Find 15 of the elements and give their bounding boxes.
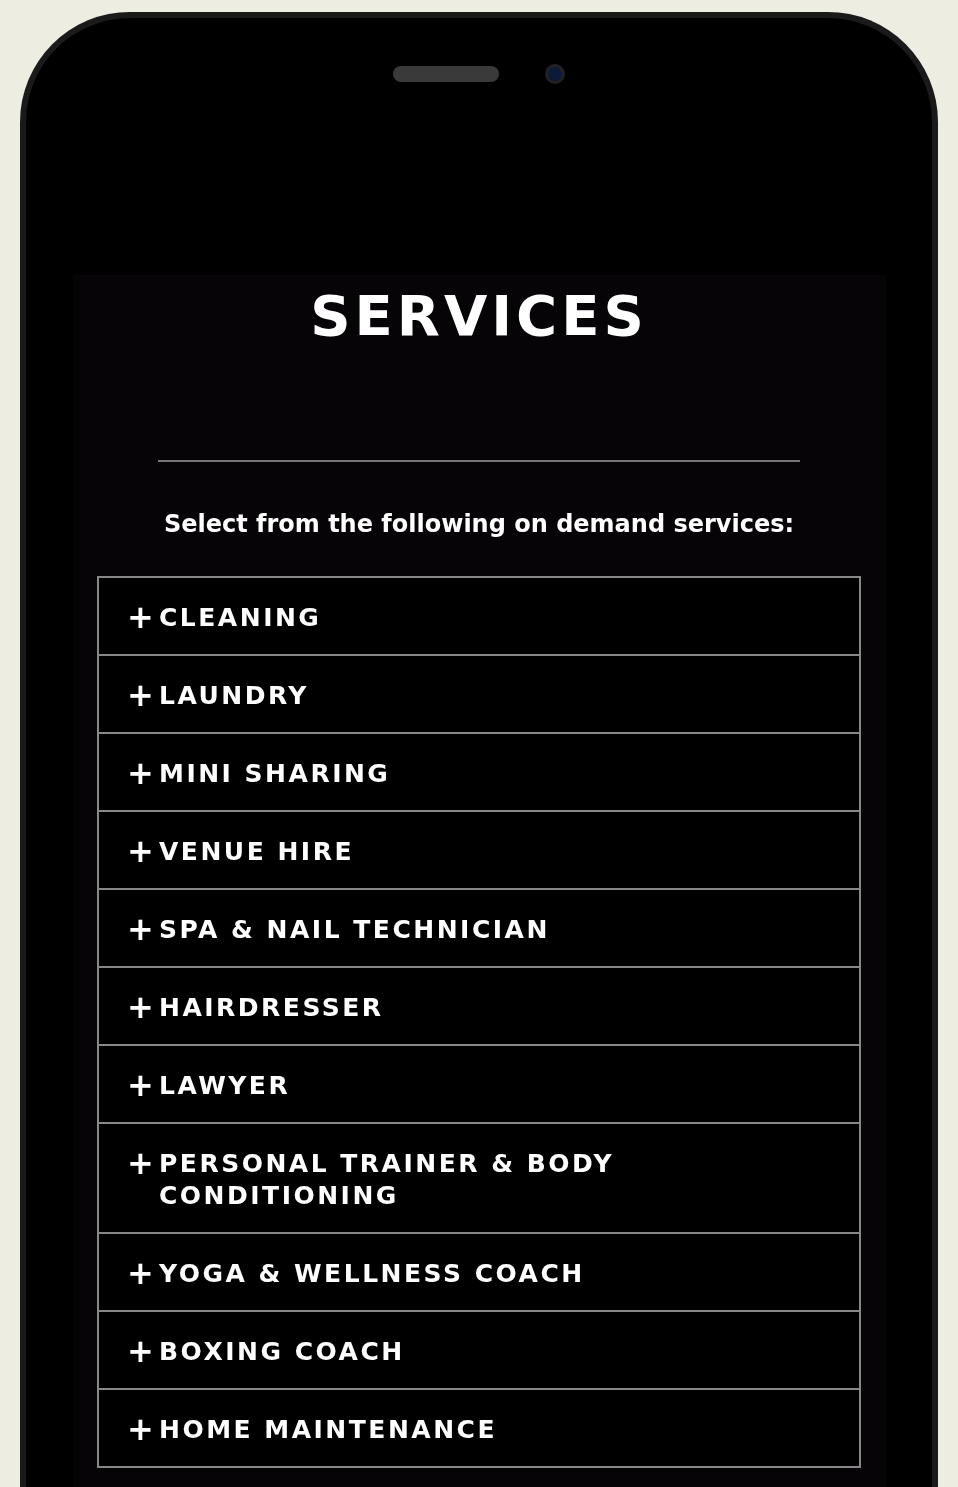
service-item[interactable]: + PERSONAL TRAINER & BODY CONDITIONING xyxy=(97,1124,861,1234)
service-item[interactable]: + YOGA & WELLNESS COACH xyxy=(97,1234,861,1312)
speaker-icon xyxy=(393,66,499,82)
service-item[interactable]: + CLEANING xyxy=(97,578,861,656)
service-item[interactable]: + VENUE HIRE xyxy=(97,812,861,890)
service-item[interactable]: + LAWYER xyxy=(97,1046,861,1124)
service-item[interactable]: + HAIRDRESSER xyxy=(97,968,861,1046)
service-item[interactable]: + MINI SHARING xyxy=(97,734,861,812)
service-item[interactable]: + SPA & NAIL TECHNICIAN xyxy=(97,890,861,968)
service-item[interactable]: + LAUNDRY xyxy=(97,656,861,734)
intro-text: Select from the following on demand services: xyxy=(163,510,795,538)
service-item[interactable]: + BOXING COACH xyxy=(97,1312,861,1390)
camera-icon xyxy=(545,64,565,84)
service-item[interactable]: + HOME MAINTENANCE xyxy=(97,1390,861,1468)
page-title: SERVICES xyxy=(310,283,648,348)
